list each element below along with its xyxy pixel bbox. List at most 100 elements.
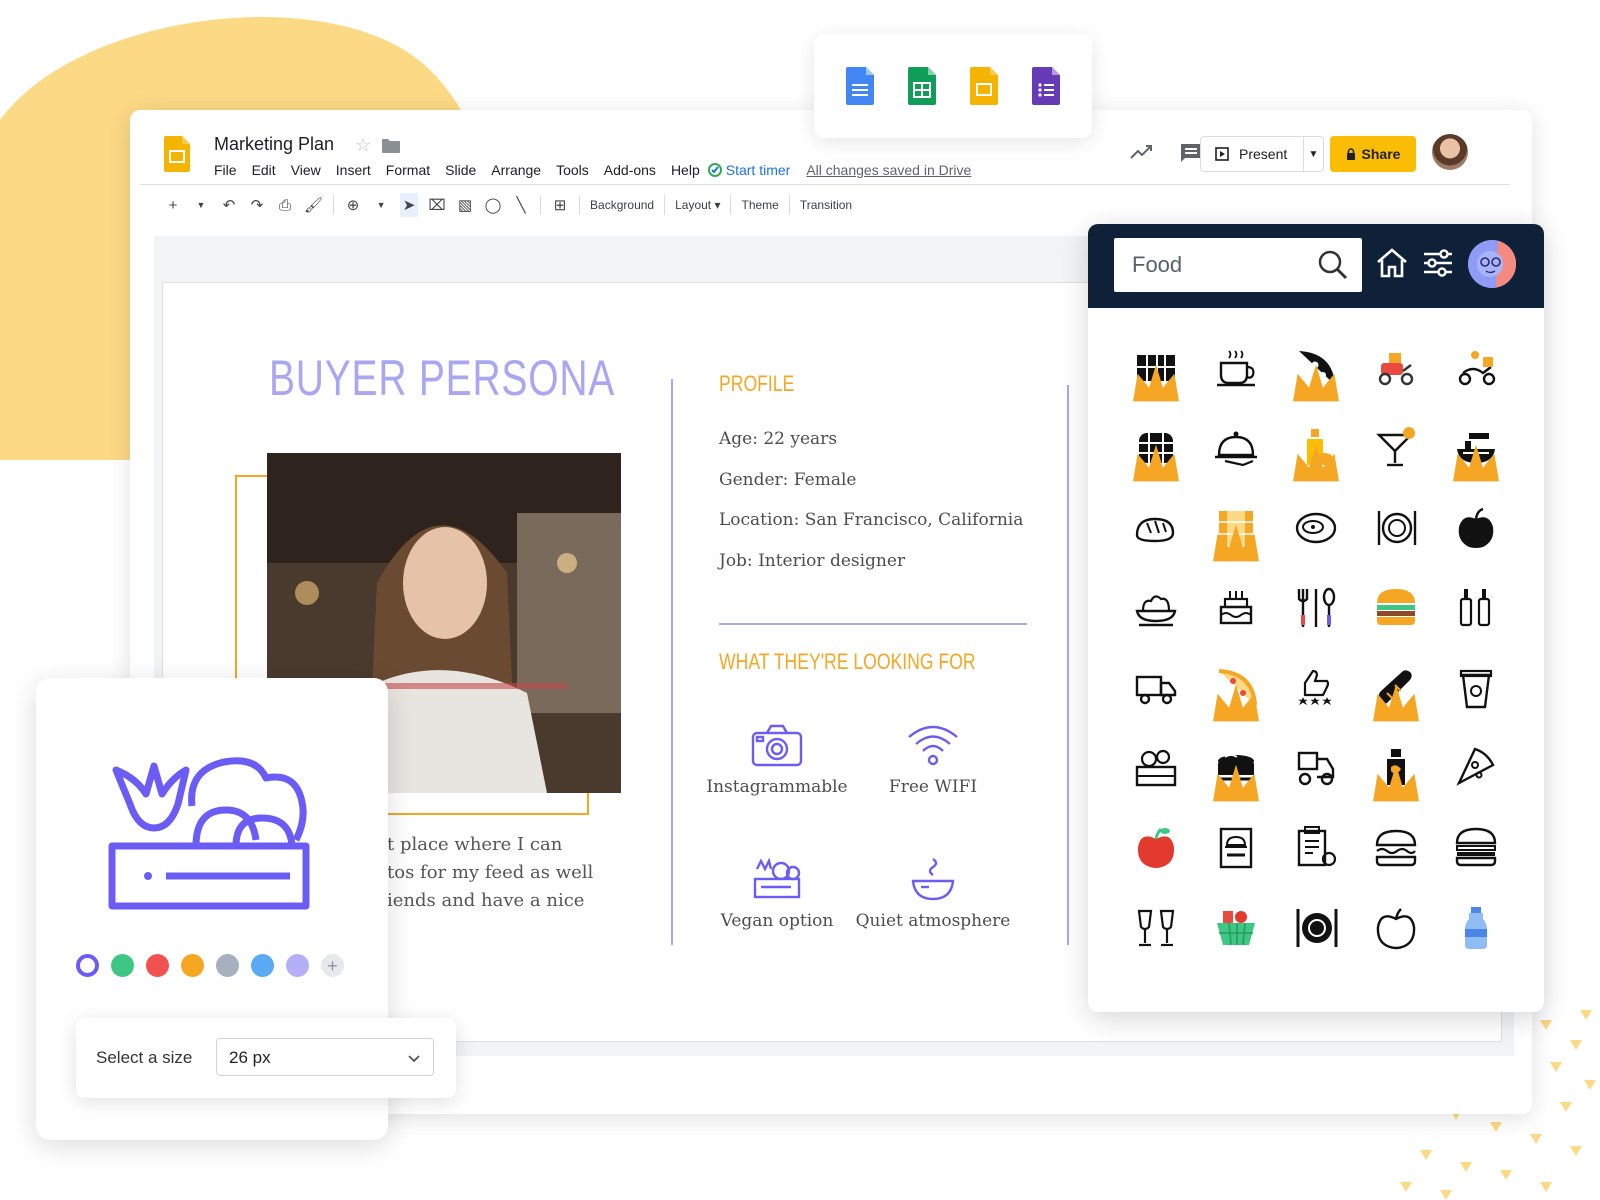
icon-result-item[interactable] [1196,648,1276,728]
search-icon[interactable] [1318,250,1348,280]
slides-icon[interactable] [970,67,998,105]
icon-result-item[interactable] [1276,408,1356,488]
color-swatch[interactable] [111,954,134,977]
icon-result-item[interactable] [1276,568,1356,648]
menu-format[interactable]: Format [386,162,430,178]
color-swatch[interactable] [251,954,274,977]
icon-result-item[interactable] [1356,888,1436,968]
account-avatar[interactable] [1432,134,1468,170]
icon-result-item[interactable] [1276,648,1356,728]
undo-icon[interactable]: ↶ [220,193,238,217]
color-swatch[interactable] [181,954,204,977]
color-swatch[interactable] [286,954,309,977]
menu-edit[interactable]: Edit [252,162,276,178]
new-slide-icon[interactable]: + [164,193,182,217]
icon-result-item[interactable] [1196,728,1276,808]
icon-result-item[interactable] [1196,888,1276,968]
comment-icon[interactable] [1180,143,1202,163]
icon-result-item[interactable] [1436,568,1516,648]
menu-slide[interactable]: Slide [445,162,476,178]
transition-button[interactable]: Transition [800,198,852,212]
paint-format-icon[interactable]: 🖌 [304,193,323,217]
icon-result-item[interactable] [1116,408,1196,488]
icon-result-item[interactable] [1276,888,1356,968]
home-icon[interactable] [1376,248,1408,278]
menu-insert[interactable]: Insert [336,162,371,178]
icon-result-item[interactable] [1356,488,1436,568]
filter-sliders-icon[interactable] [1422,248,1454,278]
icon-result-item[interactable] [1356,648,1436,728]
forms-icon[interactable] [1032,67,1060,105]
icon-result-item[interactable] [1116,328,1196,408]
zoom-icon[interactable]: ⊕ [344,193,362,217]
folder-icon[interactable] [382,139,400,153]
icon-result-item[interactable] [1196,488,1276,568]
icon-result-item[interactable] [1116,808,1196,888]
new-slide-dropdown-icon[interactable]: ▼ [192,193,210,217]
icon-result-item[interactable] [1196,408,1276,488]
add-comment-icon[interactable]: ⊞ [551,193,569,217]
text-box-icon[interactable]: ⌧ [428,193,446,217]
save-status[interactable]: All changes saved in Drive [806,162,971,178]
docs-icon[interactable] [846,67,874,105]
icon-result-item[interactable] [1436,728,1516,808]
line-icon[interactable]: ╲ [512,193,530,217]
share-button[interactable]: Share [1330,136,1416,172]
toolbar-separator [730,195,732,215]
shape-icon[interactable]: ◯ [484,193,502,217]
theme-button[interactable]: Theme [741,198,778,212]
layout-button[interactable]: Layout ▾ [675,198,720,212]
present-button[interactable]: Present ▼ [1200,136,1324,172]
icon-result-item[interactable] [1356,808,1436,888]
select-cursor-icon[interactable]: ➤ [400,193,419,217]
icon-result-item[interactable] [1116,888,1196,968]
present-dropdown-icon[interactable]: ▼ [1303,137,1323,171]
icon-result-item[interactable] [1196,328,1276,408]
icon-result-item[interactable] [1196,568,1276,648]
icon-result-item[interactable] [1436,648,1516,728]
icon-result-item[interactable] [1356,568,1436,648]
sheets-icon[interactable] [908,67,936,105]
redo-icon[interactable]: ↷ [248,193,266,217]
icon-result-item[interactable] [1276,808,1356,888]
profile-gender: Gender: Female [719,470,857,490]
icon-result-item[interactable] [1116,728,1196,808]
icon-result-item[interactable] [1116,488,1196,568]
icon-result-item[interactable] [1436,808,1516,888]
search-input[interactable]: Food [1114,238,1362,292]
icon-result-item[interactable] [1116,568,1196,648]
menu-help[interactable]: Help [671,162,700,178]
activity-trend-icon[interactable] [1130,144,1154,160]
color-swatch[interactable] [216,954,239,977]
color-swatch[interactable] [76,954,99,977]
star-icon[interactable]: ☆ [355,135,371,156]
menu-file[interactable]: File [214,162,237,178]
icon-result-item[interactable] [1436,408,1516,488]
size-select[interactable]: 26 px [216,1038,434,1076]
icon-result-item[interactable] [1116,648,1196,728]
print-icon[interactable]: ⎙ [276,193,294,217]
icon-result-item[interactable] [1436,488,1516,568]
icon-result-item[interactable] [1356,408,1436,488]
color-swatch[interactable] [146,954,169,977]
icon-result-item[interactable] [1196,808,1276,888]
icon-result-item[interactable] [1436,328,1516,408]
menu-addons[interactable]: Add-ons [604,162,656,178]
menu-arrange[interactable]: Arrange [491,162,541,178]
feature-label: Free WIFI [888,777,978,797]
zoom-dropdown-icon[interactable]: ▼ [372,193,390,217]
icon-result-item[interactable] [1276,728,1356,808]
icon-result-item[interactable] [1356,328,1436,408]
icon-result-item[interactable] [1356,728,1436,808]
menu-tools[interactable]: Tools [556,162,589,178]
icon-result-item[interactable] [1276,328,1356,408]
image-icon[interactable]: ▧ [456,193,474,217]
add-color-icon[interactable]: + [321,954,344,977]
user-avatar[interactable] [1468,240,1516,288]
icon-result-item[interactable] [1436,888,1516,968]
document-title[interactable]: Marketing Plan [214,134,334,155]
background-button[interactable]: Background [590,198,654,212]
menu-view[interactable]: View [291,162,321,178]
icon-result-item[interactable] [1276,488,1356,568]
start-timer-link[interactable]: Start timer [707,162,790,178]
